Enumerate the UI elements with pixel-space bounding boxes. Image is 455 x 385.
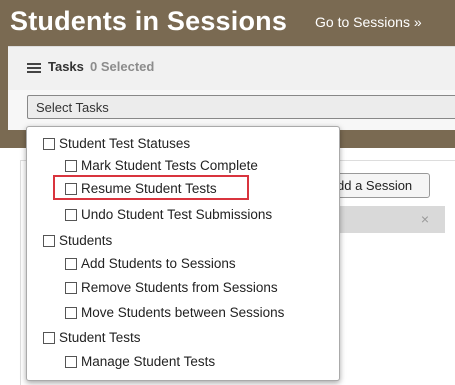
highlight-box	[53, 175, 249, 200]
option-label: Remove Students from Sessions	[81, 280, 278, 295]
page-title: Students in Sessions	[10, 6, 288, 36]
checkbox[interactable]	[43, 138, 55, 150]
checkbox[interactable]	[43, 235, 55, 247]
go-to-sessions-link[interactable]: Go to Sessions »	[315, 14, 422, 30]
select-tasks-dropdown[interactable]: Select Tasks	[27, 95, 455, 119]
checkbox[interactable]	[65, 356, 77, 368]
close-icon[interactable]: ×	[421, 211, 429, 227]
checkbox[interactable]	[65, 160, 77, 172]
checkbox[interactable]	[65, 282, 77, 294]
add-session-label: dd a Session	[337, 178, 413, 193]
tasks-label: Tasks	[48, 59, 84, 74]
group-label: Student Test Statuses	[59, 136, 191, 151]
select-tasks-wrap: Select Tasks	[8, 90, 455, 130]
option-label: Manage Student Tests	[81, 354, 216, 369]
checkbox[interactable]	[65, 258, 77, 270]
tasks-list-icon	[27, 63, 41, 74]
select-tasks-text: Select Tasks	[36, 100, 109, 115]
option-label: Undo Student Test Submissions	[81, 207, 273, 222]
add-session-button[interactable]: dd a Session	[326, 173, 430, 198]
option-label: Move Students between Sessions	[81, 305, 285, 320]
tasks-panel: Tasks 0 Selected	[8, 46, 455, 91]
checkbox[interactable]	[43, 332, 55, 344]
checkbox[interactable]	[65, 307, 77, 319]
option-label: Mark Student Tests Complete	[81, 158, 258, 173]
selected-count: 0 Selected	[90, 59, 155, 74]
group-label: Student Tests	[59, 330, 141, 345]
group-label: Students	[59, 233, 113, 248]
option-label: Add Students to Sessions	[81, 256, 236, 271]
checkbox[interactable]	[65, 209, 77, 221]
